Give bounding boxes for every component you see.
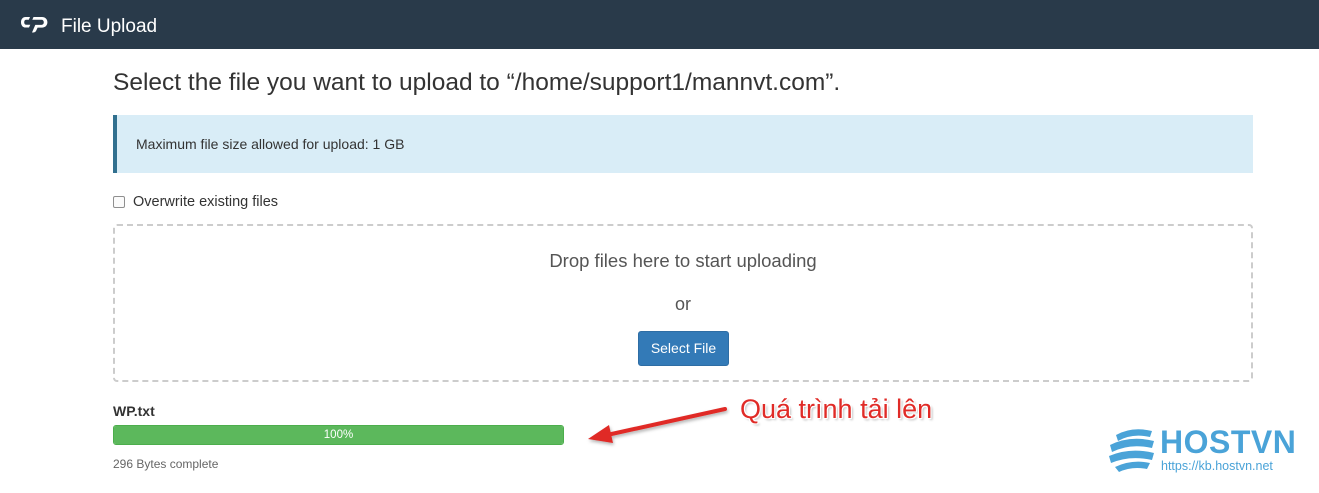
select-file-button[interactable]: Select File (638, 331, 729, 366)
upload-status: 296 Bytes complete (113, 457, 219, 471)
file-drop-zone[interactable]: Drop files here to start uploading or Se… (113, 224, 1253, 382)
cpanel-logo-icon (21, 17, 48, 33)
overwrite-checkbox[interactable] (113, 196, 125, 208)
upload-progress-bar: 100% (113, 425, 564, 445)
max-file-size-message: Maximum file size allowed for upload: 1 … (136, 136, 405, 152)
overwrite-label[interactable]: Overwrite existing files (133, 193, 278, 211)
top-bar: File Upload (0, 0, 1319, 49)
watermark-url: https://kb.hostvn.net (1161, 459, 1273, 473)
info-alert: Maximum file size allowed for upload: 1 … (113, 115, 1253, 173)
hostvn-logo-icon (1109, 429, 1154, 472)
app-title: File Upload (61, 16, 158, 37)
annotation-arrow-icon (588, 407, 727, 443)
drop-prompt: Drop files here to start uploading (549, 250, 817, 271)
or-separator: or (674, 294, 691, 314)
watermark-brand: HOSTVN (1160, 424, 1297, 460)
annotation-label: Quá trình tải lên (740, 394, 933, 424)
page-title: Select the file you want to upload to “/… (113, 69, 841, 96)
hostvn-watermark: HOSTVN https://kb.hostvn.net (1106, 425, 1306, 477)
uploaded-file-name: WP.txt (113, 403, 155, 419)
progress-percent: 100% (323, 429, 354, 441)
